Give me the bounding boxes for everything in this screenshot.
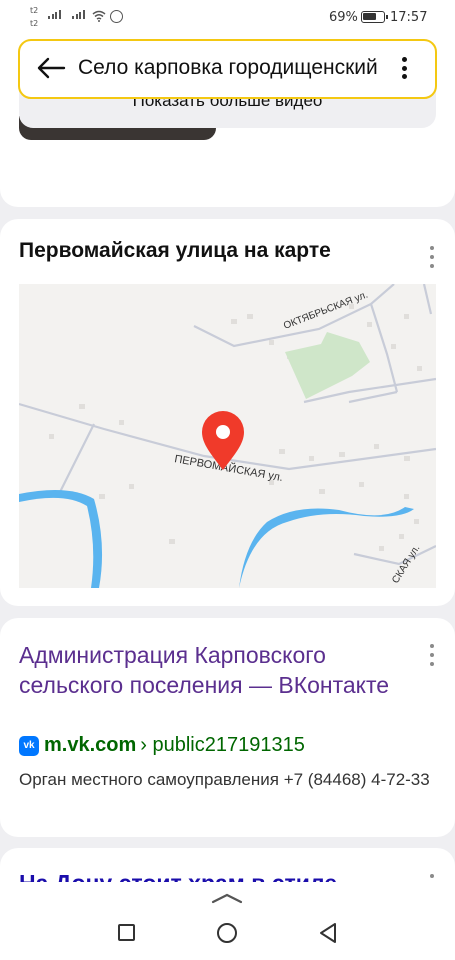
map-canvas: ПЕРВОМАЙСКАЯ ул. ОКТЯБРЬСКАЯ ул. СКАЯ ул…	[19, 284, 436, 588]
result-title-link[interactable]: На Дону стоит храм в стиле	[19, 870, 337, 882]
result-url[interactable]: vk m.vk.com › public217191315	[19, 734, 305, 757]
wifi-icon	[92, 10, 106, 22]
signal-icon	[72, 10, 85, 19]
back-arrow-icon[interactable]	[36, 56, 66, 80]
clock: 17:57	[390, 10, 428, 25]
search-results[interactable]: Показать больше видео Первомайская улица…	[0, 36, 455, 882]
nav-back-icon[interactable]	[318, 922, 338, 944]
result-path[interactable]: › public217191315	[140, 734, 305, 757]
map-card-title: Первомайская улица на карте	[19, 239, 331, 262]
more-vertical-icon[interactable]	[429, 874, 435, 882]
nav-home-icon[interactable]	[217, 923, 237, 943]
status-bar: t2 t2 69% 17:57	[0, 0, 455, 36]
more-vertical-icon[interactable]	[401, 57, 407, 79]
search-bar[interactable]: Село карповка городищенский	[18, 39, 437, 99]
battery-percent: 69%	[329, 10, 358, 25]
search-input[interactable]: Село карповка городищенский	[78, 56, 388, 80]
battery-icon	[361, 11, 388, 23]
chevron-up-icon[interactable]	[211, 892, 243, 904]
map-view[interactable]: ПЕРВОМАЙСКАЯ ул. ОКТЯБРЬСКАЯ ул. СКАЯ ул…	[19, 284, 436, 588]
sim2-label: t2	[30, 19, 39, 28]
result-domain[interactable]: m.vk.com	[44, 734, 136, 757]
sim1-label: t2	[30, 6, 39, 15]
result-title-link[interactable]: Администрация Карповского сельского посе…	[19, 640, 409, 700]
navigation-bar	[0, 882, 455, 960]
more-vertical-icon[interactable]	[429, 246, 435, 268]
result-description: Орган местного самоуправления +7 (84468)…	[19, 770, 430, 789]
result-card-vk: Администрация Карповского сельского посе…	[0, 618, 455, 837]
result-card-next: На Дону стоит храм в стиле	[0, 848, 455, 882]
signal-icon	[48, 10, 61, 19]
vk-logo-icon: vk	[19, 735, 39, 756]
whatsapp-icon	[110, 10, 123, 23]
map-card: Первомайская улица на карте ПЕРВОМАЙСКАЯ…	[0, 219, 455, 606]
more-vertical-icon[interactable]	[429, 644, 435, 666]
nav-recents-icon[interactable]	[118, 924, 135, 941]
